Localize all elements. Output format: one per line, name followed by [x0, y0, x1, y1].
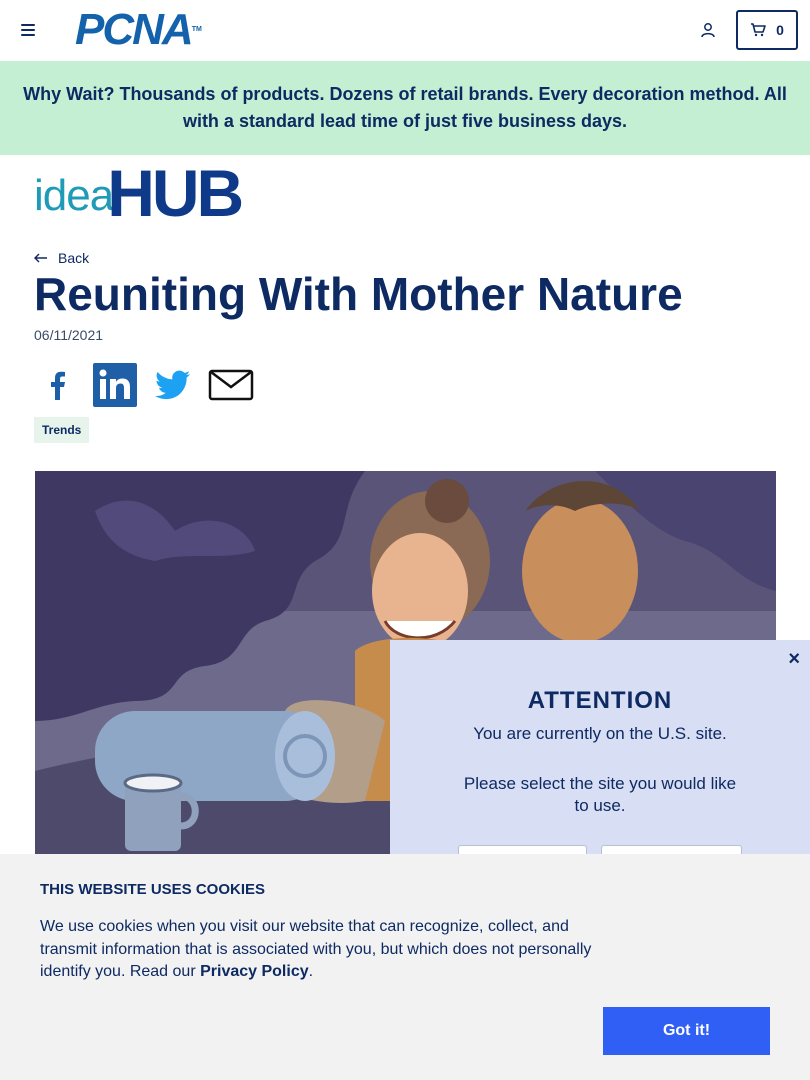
email-share-button[interactable] — [208, 362, 254, 408]
promo-banner: Why Wait? Thousands of products. Dozens … — [0, 61, 810, 155]
article-date: 06/11/2021 — [34, 327, 104, 343]
attention-instructions: Please select the site you would like to… — [463, 774, 737, 815]
menu-icon[interactable] — [21, 24, 35, 36]
back-link[interactable]: Back — [34, 250, 89, 266]
twitter-share-button[interactable] — [150, 362, 196, 408]
arrow-left-icon — [34, 253, 47, 263]
linkedin-icon — [93, 363, 137, 407]
facebook-share-button[interactable] — [34, 362, 80, 408]
cookie-heading: THIS WEBSITE USES COOKIES — [40, 881, 266, 898]
cart-button[interactable]: 0 — [736, 10, 798, 50]
page-title: Reuniting With Mother Nature — [34, 268, 683, 320]
cookie-accept-button[interactable]: Got it! — [603, 1007, 770, 1055]
attention-title: ATTENTION — [527, 687, 673, 714]
facebook-icon — [51, 371, 65, 400]
cookie-period: . — [308, 963, 314, 980]
logo-text: PCNA — [75, 5, 194, 54]
site-header: PCNATM 0 — [0, 0, 810, 61]
share-bar — [34, 362, 254, 408]
back-label: Back — [58, 250, 90, 266]
logo-tm: TM — [191, 26, 202, 33]
cookie-body: We use cookies when you visit our websit… — [40, 918, 592, 980]
linkedin-share-button[interactable] — [92, 362, 138, 408]
pcna-logo[interactable]: PCNATM — [75, 8, 202, 52]
account-icon[interactable] — [700, 22, 716, 38]
cart-count: 0 — [776, 22, 784, 38]
tag-trends[interactable]: Trends — [34, 417, 90, 443]
close-icon[interactable]: × — [788, 648, 800, 671]
ideahub-logo-idea: idea — [34, 171, 114, 220]
site-select-modal: × ATTENTION You are currently on the U.S… — [390, 640, 810, 885]
cookie-banner: THIS WEBSITE USES COOKIES We use cookies… — [0, 854, 810, 1080]
cookie-text: We use cookies when you visit our websit… — [40, 916, 610, 984]
ideahub-logo[interactable]: idea HUB — [34, 156, 244, 230]
privacy-policy-link[interactable]: Privacy Policy — [200, 963, 309, 980]
cart-icon — [751, 23, 766, 37]
email-icon — [208, 369, 254, 401]
promo-text: Why Wait? Thousands of products. Dozens … — [23, 84, 787, 131]
attention-current-site: You are currently on the U.S. site. — [473, 724, 727, 743]
ideahub-logo-hub: HUB — [107, 156, 244, 230]
twitter-icon — [155, 370, 190, 400]
